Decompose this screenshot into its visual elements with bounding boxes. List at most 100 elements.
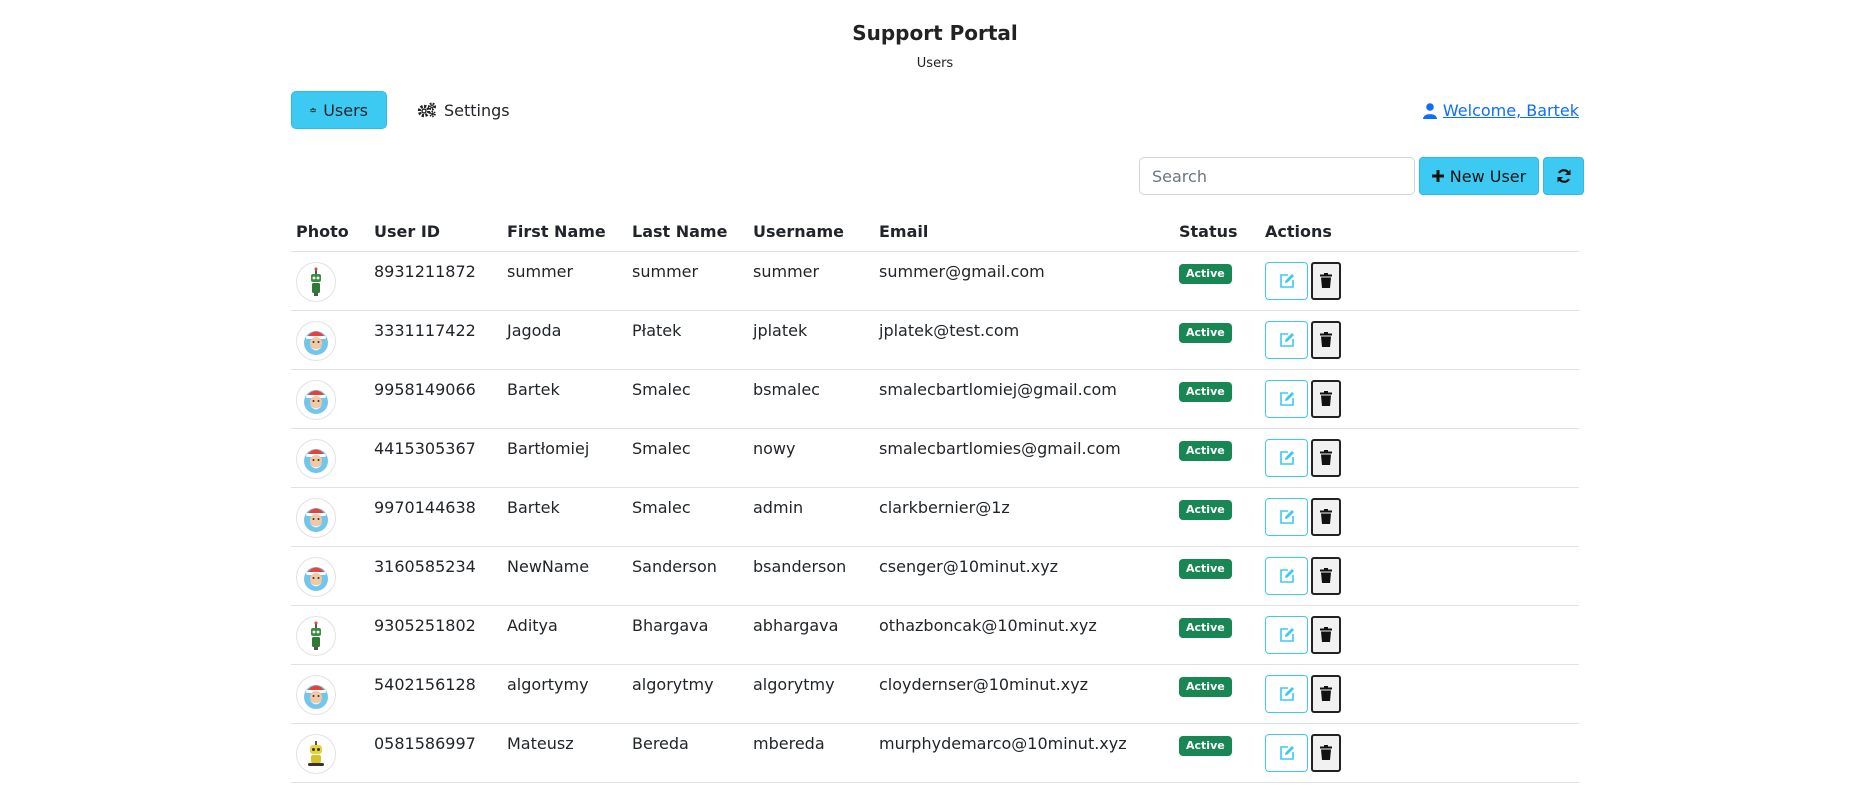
first-name-cell: Bartek [502,369,627,429]
user-id-cell: 3160585234 [369,546,502,606]
trash-icon [1320,627,1332,642]
photo-cell [291,487,369,547]
trash-icon [1320,273,1332,288]
status-badge: Active [1179,558,1232,579]
actions-cell [1260,369,1579,429]
table-row: 0581586997 Mateusz Bereda mbereda murphydema… [291,723,1579,783]
avatar [296,261,336,302]
table-body: 8931211872 summer summer summer summer@gmail… [291,251,1579,783]
delete-user-button[interactable] [1311,674,1341,713]
new-user-label: New User [1449,166,1527,186]
row-actions [1265,556,1574,595]
actions-cell [1260,723,1579,783]
photo-cell [291,428,369,488]
edit-icon [1279,686,1294,701]
status-badge: Active [1179,735,1232,756]
row-actions [1265,674,1574,713]
status-badge: Active [1179,440,1232,461]
delete-user-button[interactable] [1311,261,1341,300]
column-header-username: Username [748,213,874,252]
edit-user-button[interactable] [1265,320,1308,359]
edit-user-button[interactable] [1265,674,1308,713]
tab-users[interactable]: Users [291,91,387,129]
trash-icon [1320,745,1332,760]
table-row: 8931211872 summer summer summer summer@gmail… [291,251,1579,311]
username-cell: bsanderson [748,546,874,606]
app-title: Support Portal [852,21,1018,45]
table-row: 9305251802 Aditya Bhargava abhargava othazbo… [291,605,1579,665]
delete-user-button[interactable] [1311,615,1341,654]
status-badge: Active [1179,263,1232,284]
edit-user-button[interactable] [1265,438,1308,477]
email-cell: jplatek@test.com [874,310,1174,370]
tab-settings[interactable]: Settings [399,91,528,129]
delete-user-button[interactable] [1311,733,1341,772]
table-row: 9970144638 Bartek Smalec admin clarkbernier@… [291,487,1579,547]
user-id-cell: 0581586997 [369,723,502,783]
search-input[interactable] [1139,157,1415,195]
first-name-cell: Aditya [502,605,627,665]
avatar [296,497,336,538]
actions-cell [1260,546,1579,606]
edit-icon [1279,509,1294,524]
first-name-cell: Bartłomiej [502,428,627,488]
last-name-cell: Bhargava [627,605,748,665]
edit-icon [1279,391,1294,406]
welcome-link[interactable]: Welcome, Bartek [1422,101,1579,120]
row-actions [1265,733,1574,772]
status-badge: Active [1179,322,1232,343]
delete-user-button[interactable] [1311,320,1341,359]
table-row: 5402156128 algortymy algorytmy algorytmy clo… [291,664,1579,724]
users-table: Photo User ID First Name Last Name Usern… [291,213,1579,783]
username-cell: nowy [748,428,874,488]
edit-user-button[interactable] [1265,733,1308,772]
photo-cell [291,310,369,370]
row-actions [1265,379,1574,418]
edit-user-button[interactable] [1265,556,1308,595]
tab-settings-label: Settings [444,100,510,120]
delete-user-button[interactable] [1311,556,1341,595]
username-cell: algorytmy [748,664,874,724]
last-name-cell: Bereda [627,723,748,783]
edit-icon [1279,627,1294,642]
users-icon [310,108,317,113]
first-name-cell: Mateusz [502,723,627,783]
edit-user-button[interactable] [1265,261,1308,300]
photo-cell [291,723,369,783]
trash-icon [1320,568,1332,583]
status-cell: Active [1174,723,1260,783]
edit-icon [1279,745,1294,760]
edit-user-button[interactable] [1265,497,1308,536]
app-container: Support Portal Users Users Settings Welc… [291,0,1584,783]
last-name-cell: Smalec [627,487,748,547]
row-actions [1265,438,1574,477]
actions-cell [1260,428,1579,488]
edit-user-button[interactable] [1265,379,1308,418]
refresh-button[interactable] [1543,157,1584,195]
avatar [296,615,336,656]
trash-icon [1320,450,1332,465]
delete-user-button[interactable] [1311,379,1341,418]
trash-icon [1320,686,1332,701]
edit-user-button[interactable] [1265,615,1308,654]
last-name-cell: Smalec [627,428,748,488]
actions-cell [1260,605,1579,665]
plus-icon [1431,170,1444,182]
column-header-photo: Photo [291,213,369,252]
username-cell: admin [748,487,874,547]
actions-cell [1260,310,1579,370]
edit-icon [1279,450,1294,465]
username-cell: mbereda [748,723,874,783]
trash-icon [1320,332,1332,347]
email-cell: summer@gmail.com [874,251,1174,311]
last-name-cell: Płatek [627,310,748,370]
row-actions [1265,261,1574,300]
column-header-last-name: Last Name [627,213,748,252]
delete-user-button[interactable] [1311,497,1341,536]
photo-cell [291,369,369,429]
status-badge: Active [1179,617,1232,638]
new-user-button[interactable]: New User [1419,157,1539,195]
photo-cell [291,605,369,665]
delete-user-button[interactable] [1311,438,1341,477]
gears-icon [417,102,436,118]
